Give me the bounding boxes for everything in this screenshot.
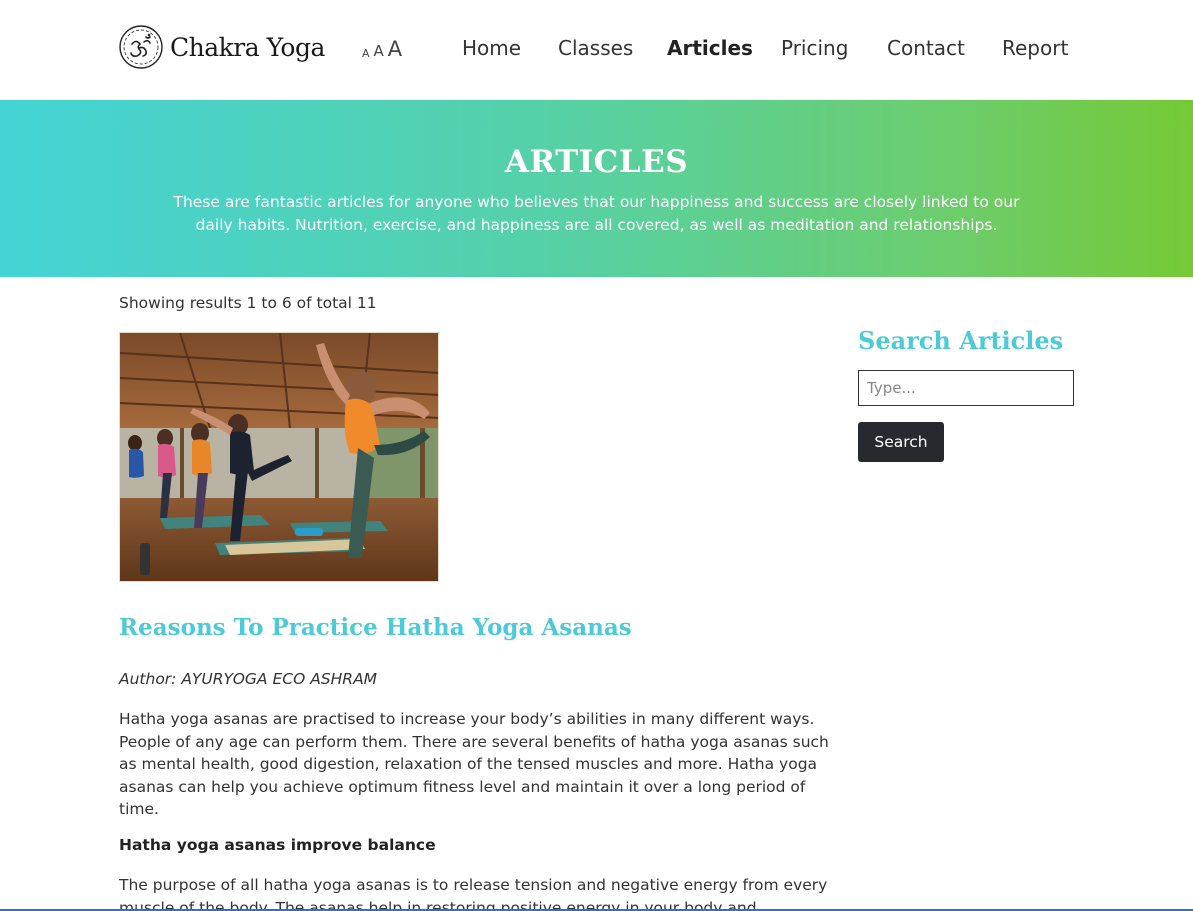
search-button[interactable]: Search [858, 422, 944, 462]
article-title-link[interactable]: Reasons To Practice Hatha Yoga Asanas [119, 614, 632, 641]
nav-item-contact[interactable]: Contact [887, 36, 965, 60]
article-subheading: Hatha yoga asanas improve balance [119, 836, 436, 854]
article-paragraph: Hatha yoga asanas are practised to incre… [119, 710, 829, 818]
article-author: Author: AYURYOGA ECO ASHRAM [119, 670, 378, 688]
results-count: Showing results 1 to 6 of total 11 [119, 294, 377, 312]
font-size-control: A A A [362, 36, 402, 61]
page-description: These are fantastic articles for anyone … [173, 193, 1020, 234]
nav-item-articles[interactable]: Articles [667, 36, 753, 60]
article-paragraph: The purpose of all hatha yoga asanas is … [119, 876, 828, 911]
om-icon [119, 25, 163, 69]
nav-item-report[interactable]: Report [1002, 36, 1068, 60]
font-size-large-button[interactable]: A [388, 39, 402, 60]
brand-name: Chakra Yoga [170, 32, 325, 62]
nav-item-home[interactable]: Home [462, 36, 521, 60]
nav-item-pricing[interactable]: Pricing [781, 36, 848, 60]
article-image[interactable] [119, 332, 439, 582]
font-size-small-button[interactable]: A [362, 47, 370, 60]
font-size-medium-button[interactable]: A [374, 42, 384, 60]
search-input[interactable] [858, 370, 1074, 406]
site-logo[interactable]: Chakra Yoga [118, 24, 325, 70]
page-title: ARTICLES [504, 144, 689, 180]
sidebar-title: Search Articles [858, 326, 1064, 355]
yoga-class-photo [120, 333, 438, 581]
page-hero: ARTICLES These are fantastic articles fo… [0, 100, 1193, 277]
site-header: Chakra Yoga A A A Home Classes Articles … [0, 0, 1193, 100]
nav-item-classes[interactable]: Classes [558, 36, 633, 60]
